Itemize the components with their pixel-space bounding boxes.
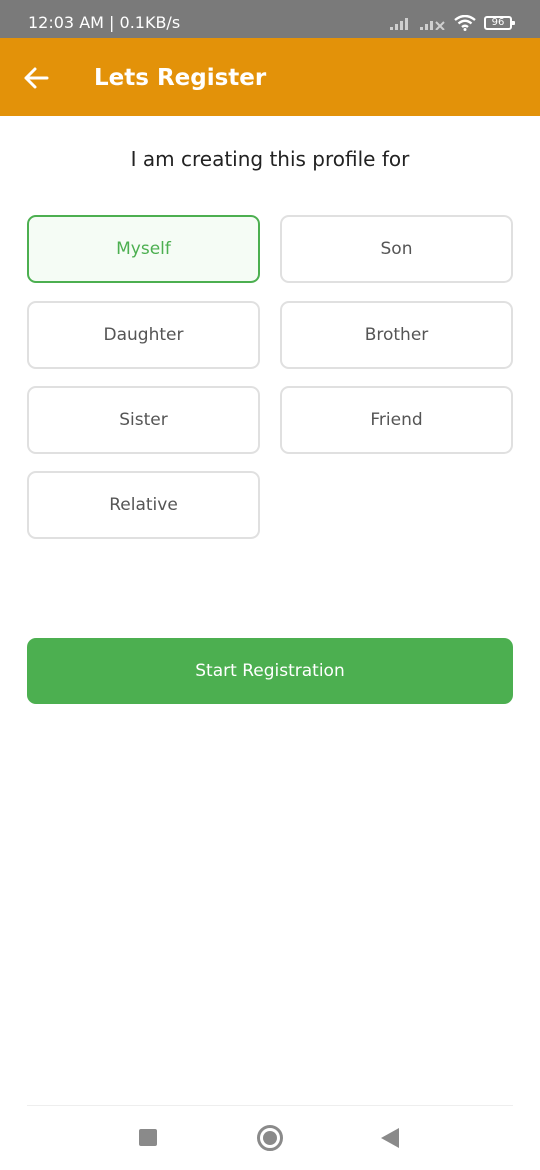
back-button[interactable] bbox=[18, 60, 54, 96]
option-label: Relative bbox=[109, 495, 178, 515]
page-title: Lets Register bbox=[94, 65, 267, 91]
wifi-icon bbox=[454, 15, 476, 31]
start-registration-label: Start Registration bbox=[195, 661, 345, 681]
battery-icon: 96 bbox=[484, 16, 515, 30]
back-triangle-icon[interactable] bbox=[381, 1128, 399, 1148]
option-son[interactable]: Son bbox=[280, 215, 513, 283]
option-label: Brother bbox=[364, 325, 429, 345]
status-time: 12:03 AM | 0.1KB/s bbox=[28, 13, 181, 32]
option-myself[interactable]: Myself bbox=[27, 215, 260, 283]
option-label: Myself bbox=[116, 239, 171, 259]
arrow-left-icon bbox=[24, 67, 49, 89]
option-daughter[interactable]: Daughter bbox=[27, 301, 260, 369]
option-label: Son bbox=[380, 239, 413, 259]
option-label: Sister bbox=[119, 410, 168, 430]
signal-icon bbox=[390, 18, 408, 30]
start-registration-button[interactable]: Start Registration bbox=[27, 638, 513, 704]
signal-no-data-icon bbox=[420, 21, 445, 30]
option-sister[interactable]: Sister bbox=[27, 386, 260, 454]
option-label: Friend bbox=[370, 410, 423, 430]
nav-divider bbox=[27, 1105, 513, 1106]
status-bar: 12:03 AM | 0.1KB/s 96 bbox=[0, 0, 540, 38]
battery-level: 96 bbox=[491, 17, 505, 28]
option-friend[interactable]: Friend bbox=[280, 386, 513, 454]
status-icons: 96 bbox=[382, 11, 515, 35]
recents-square-icon[interactable] bbox=[139, 1129, 157, 1146]
option-relative[interactable]: Relative bbox=[27, 471, 260, 539]
profile-for-prompt: I am creating this profile for bbox=[130, 147, 410, 171]
option-label: Daughter bbox=[103, 325, 184, 345]
option-brother[interactable]: Brother bbox=[280, 301, 513, 369]
app-bar: Lets Register bbox=[0, 38, 540, 116]
home-circle-icon[interactable] bbox=[257, 1125, 283, 1151]
